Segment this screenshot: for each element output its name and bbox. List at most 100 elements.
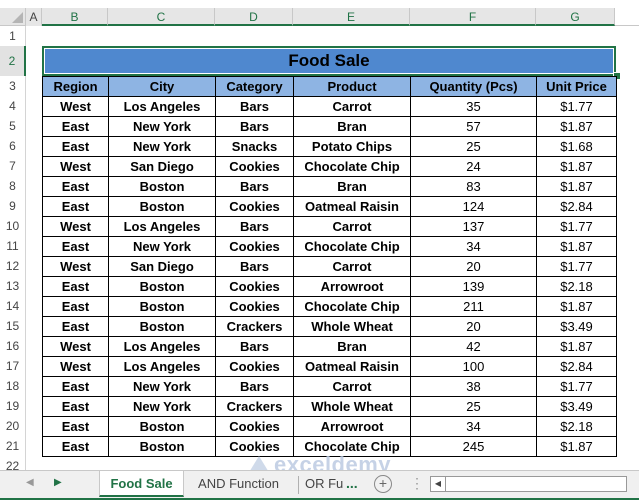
city-cell[interactable]: Boston [108, 276, 216, 297]
unit-price-cell[interactable]: $1.87 [536, 176, 617, 197]
category-cell[interactable]: Cookies [215, 276, 294, 297]
city-cell[interactable]: Boston [108, 416, 216, 437]
row-header-17[interactable]: 17 [0, 356, 26, 376]
column-header-g[interactable]: G [536, 8, 615, 26]
column-heading[interactable]: Product [293, 76, 411, 97]
region-cell[interactable]: East [42, 176, 109, 197]
city-cell[interactable]: Boston [108, 316, 216, 337]
unit-price-cell[interactable]: $1.87 [536, 296, 617, 317]
region-cell[interactable]: East [42, 376, 109, 397]
quantity-cell[interactable]: 24 [410, 156, 537, 177]
quantity-cell[interactable]: 34 [410, 416, 537, 437]
column-header-c[interactable]: C [108, 8, 215, 26]
quantity-cell[interactable]: 35 [410, 96, 537, 117]
unit-price-cell[interactable]: $1.77 [536, 216, 617, 237]
column-header-a[interactable]: A [26, 8, 42, 26]
tab-splitter-handle[interactable]: ⋮ [410, 473, 424, 493]
city-cell[interactable]: Los Angeles [108, 336, 216, 357]
row-header-16[interactable]: 16 [0, 336, 26, 356]
product-cell[interactable]: Chocolate Chip [293, 236, 411, 257]
product-cell[interactable]: Chocolate Chip [293, 296, 411, 317]
column-heading[interactable]: City [108, 76, 216, 97]
tab-and-function[interactable]: AND Function [186, 471, 291, 497]
unit-price-cell[interactable]: $1.87 [536, 236, 617, 257]
region-cell[interactable]: East [42, 116, 109, 137]
row-header-14[interactable]: 14 [0, 296, 26, 316]
row-header-3[interactable]: 3 [0, 76, 26, 96]
table-title-cell[interactable]: Food Sale [42, 46, 616, 76]
product-cell[interactable]: Oatmeal Raisin [293, 356, 411, 377]
category-cell[interactable]: Cookies [215, 236, 294, 257]
category-cell[interactable]: Bars [215, 116, 294, 137]
category-cell[interactable]: Bars [215, 336, 294, 357]
unit-price-cell[interactable]: $1.77 [536, 376, 617, 397]
row-header-7[interactable]: 7 [0, 156, 26, 176]
unit-price-cell[interactable]: $1.87 [536, 436, 617, 457]
city-cell[interactable]: San Diego [108, 156, 216, 177]
product-cell[interactable]: Whole Wheat [293, 396, 411, 417]
unit-price-cell[interactable]: $1.87 [536, 336, 617, 357]
product-cell[interactable]: Oatmeal Raisin [293, 196, 411, 217]
tab-or-function[interactable]: OR Fu [305, 471, 345, 497]
city-cell[interactable]: Los Angeles [108, 216, 216, 237]
region-cell[interactable]: East [42, 136, 109, 157]
city-cell[interactable]: Boston [108, 196, 216, 217]
category-cell[interactable]: Bars [215, 216, 294, 237]
horizontal-scrollbar[interactable]: ◀ [430, 476, 627, 492]
row-header-8[interactable]: 8 [0, 176, 26, 196]
category-cell[interactable]: Crackers [215, 396, 294, 417]
region-cell[interactable]: East [42, 276, 109, 297]
row-header-12[interactable]: 12 [0, 256, 26, 276]
unit-price-cell[interactable]: $1.77 [536, 256, 617, 277]
product-cell[interactable]: Potato Chips [293, 136, 411, 157]
city-cell[interactable]: Los Angeles [108, 96, 216, 117]
quantity-cell[interactable]: 20 [410, 316, 537, 337]
city-cell[interactable]: Boston [108, 436, 216, 457]
city-cell[interactable]: Boston [108, 296, 216, 317]
product-cell[interactable]: Arrowroot [293, 276, 411, 297]
city-cell[interactable]: New York [108, 236, 216, 257]
column-heading[interactable]: Category [215, 76, 294, 97]
region-cell[interactable]: East [42, 196, 109, 217]
region-cell[interactable]: East [42, 316, 109, 337]
column-header-f[interactable]: F [410, 8, 536, 26]
quantity-cell[interactable]: 57 [410, 116, 537, 137]
column-heading[interactable]: Unit Price [536, 76, 617, 97]
city-cell[interactable]: Boston [108, 176, 216, 197]
row-header-9[interactable]: 9 [0, 196, 26, 216]
region-cell[interactable]: West [42, 336, 109, 357]
region-cell[interactable]: East [42, 236, 109, 257]
unit-price-cell[interactable]: $2.84 [536, 356, 617, 377]
quantity-cell[interactable]: 25 [410, 396, 537, 417]
product-cell[interactable]: Chocolate Chip [293, 156, 411, 177]
city-cell[interactable]: New York [108, 136, 216, 157]
row-header-20[interactable]: 20 [0, 416, 26, 436]
region-cell[interactable]: West [42, 156, 109, 177]
quantity-cell[interactable]: 137 [410, 216, 537, 237]
quantity-cell[interactable]: 211 [410, 296, 537, 317]
unit-price-cell[interactable]: $1.68 [536, 136, 617, 157]
product-cell[interactable]: Bran [293, 176, 411, 197]
product-cell[interactable]: Chocolate Chip [293, 436, 411, 457]
unit-price-cell[interactable]: $3.49 [536, 316, 617, 337]
column-heading[interactable]: Region [42, 76, 109, 97]
tab-food-sale[interactable]: Food Sale [99, 471, 184, 497]
column-header-d[interactable]: D [215, 8, 293, 26]
unit-price-cell[interactable]: $2.18 [536, 276, 617, 297]
region-cell[interactable]: East [42, 436, 109, 457]
category-cell[interactable]: Cookies [215, 356, 294, 377]
category-cell[interactable]: Cookies [215, 196, 294, 217]
row-header-5[interactable]: 5 [0, 116, 26, 136]
quantity-cell[interactable]: 245 [410, 436, 537, 457]
city-cell[interactable]: New York [108, 116, 216, 137]
category-cell[interactable]: Crackers [215, 316, 294, 337]
quantity-cell[interactable]: 42 [410, 336, 537, 357]
region-cell[interactable]: West [42, 356, 109, 377]
row-header-13[interactable]: 13 [0, 276, 26, 296]
category-cell[interactable]: Bars [215, 376, 294, 397]
category-cell[interactable]: Cookies [215, 156, 294, 177]
product-cell[interactable]: Bran [293, 116, 411, 137]
category-cell[interactable]: Cookies [215, 296, 294, 317]
row-header-19[interactable]: 19 [0, 396, 26, 416]
unit-price-cell[interactable]: $1.87 [536, 116, 617, 137]
